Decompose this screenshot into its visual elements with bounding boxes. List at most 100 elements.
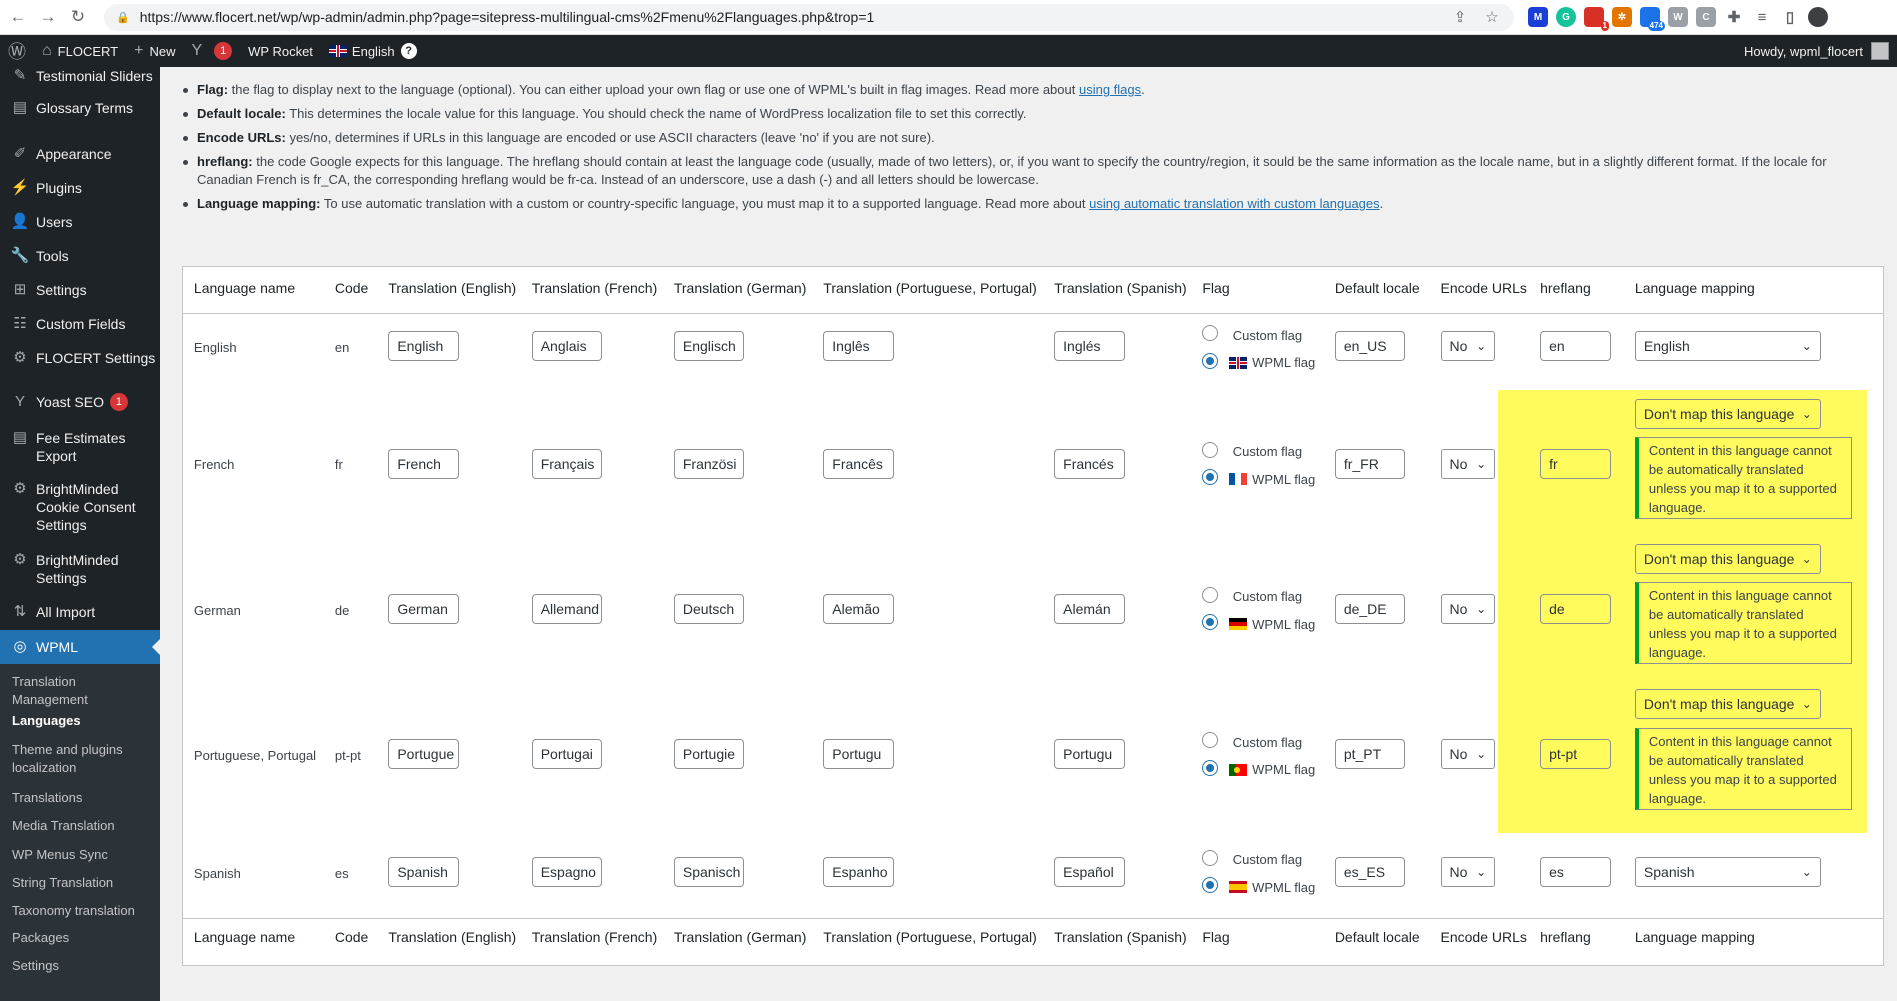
translation-input[interactable]: Portugu — [1054, 739, 1125, 770]
wp-logo-icon[interactable]: Ⓦ — [0, 35, 34, 67]
menu-brightminded-cookie[interactable]: ⚙ BrightMinded Cookie Consent Settings — [0, 480, 160, 534]
locale-input[interactable]: en_US — [1334, 331, 1406, 362]
translation-input[interactable]: Francés — [1054, 449, 1125, 480]
translation-input[interactable]: Spanisch — [673, 857, 745, 888]
translation-input[interactable]: Inglés — [1054, 331, 1125, 362]
extension-icon[interactable]: ✲ — [1612, 7, 1632, 27]
menu-all-import[interactable]: ⇅ All Import — [0, 603, 160, 621]
submenu-taxonomy-translation[interactable]: Taxonomy translation — [12, 902, 152, 920]
translation-input[interactable]: English — [388, 331, 459, 362]
extension-icon[interactable]: M — [1528, 7, 1548, 27]
menu-yoast-seo[interactable]: Y Yoast SEO 1 — [0, 393, 160, 411]
menu-settings[interactable]: ⊞ Settings — [0, 281, 160, 299]
language-mapping-select[interactable]: English ⌄ — [1634, 331, 1821, 362]
translation-input[interactable]: Portugue — [388, 739, 459, 770]
menu-flocert-settings[interactable]: ⚙ FLOCERT Settings — [0, 349, 160, 367]
wpml-flag-radio[interactable] — [1202, 614, 1219, 631]
yoast-link[interactable]: Y1 — [183, 35, 240, 67]
submenu-theme-plugins-localization[interactable]: Theme and plugins localization — [12, 741, 152, 777]
language-mapping-select[interactable]: Don't map this language ⌄ — [1634, 399, 1821, 430]
automatic-translation-link[interactable]: using automatic translation with custom … — [1089, 196, 1380, 211]
translation-input[interactable]: Francês — [823, 449, 894, 480]
hreflang-input[interactable]: es — [1540, 857, 1611, 888]
custom-flag-radio[interactable] — [1202, 587, 1219, 604]
translation-input[interactable]: Español — [1054, 857, 1125, 888]
translation-input[interactable]: Français — [531, 449, 603, 480]
submenu-translation-management[interactable]: Translation Management — [12, 673, 152, 709]
wpml-flag-radio[interactable] — [1202, 352, 1219, 369]
grammarly-icon[interactable]: G — [1556, 7, 1576, 27]
translation-input[interactable]: Portugie — [673, 739, 745, 770]
translation-input[interactable]: Espanho — [823, 857, 894, 888]
translation-input[interactable]: Alemão — [823, 594, 894, 625]
encode-urls-select[interactable]: No ⌄ — [1440, 594, 1496, 625]
reload-icon[interactable]: ↻ — [66, 5, 90, 29]
submenu-translations[interactable]: Translations — [12, 789, 152, 807]
translation-input[interactable]: Spanish — [388, 857, 459, 888]
menu-testimonial-sliders[interactable]: ✎ Testimonial Sliders — [0, 67, 160, 85]
address-bar[interactable]: 🔒 https://www.flocert.net/wp/wp-admin/ad… — [104, 3, 1514, 31]
submenu-string-translation[interactable]: String Translation — [12, 874, 152, 892]
locale-input[interactable]: pt_PT — [1334, 739, 1406, 770]
hreflang-input[interactable]: en — [1540, 331, 1611, 362]
bookmark-star-icon[interactable]: ☆ — [1482, 8, 1502, 26]
menu-plugins[interactable]: ⚡ Plugins — [0, 179, 160, 197]
wp-rocket-link[interactable]: WP Rocket — [240, 35, 321, 67]
menu-users[interactable]: 👤 Users — [0, 213, 160, 231]
forward-icon[interactable]: → — [36, 5, 60, 29]
locale-input[interactable]: fr_FR — [1334, 449, 1406, 480]
menu-glossary-terms[interactable]: ▤ Glossary Terms — [0, 99, 160, 117]
extension-icon[interactable]: C — [1696, 7, 1716, 27]
submenu-wp-menus-sync[interactable]: WP Menus Sync — [12, 846, 152, 864]
translation-input[interactable]: German — [388, 594, 459, 625]
profile-avatar[interactable] — [1808, 7, 1828, 27]
wpml-flag-radio[interactable] — [1202, 759, 1219, 776]
translation-input[interactable]: French — [388, 449, 459, 480]
translation-input[interactable]: Deutsch — [673, 594, 745, 625]
puzzle-icon[interactable]: ✚ — [1724, 7, 1744, 27]
encode-urls-select[interactable]: No ⌄ — [1440, 331, 1496, 362]
menu-fee-estimates-export[interactable]: ▤ Fee Estimates Export — [0, 429, 160, 465]
translation-input[interactable]: Allemand — [531, 594, 603, 625]
translation-input[interactable]: Portugu — [823, 739, 894, 770]
language-mapping-select[interactable]: Spanish ⌄ — [1634, 857, 1821, 888]
translation-input[interactable]: Französi — [673, 449, 745, 480]
custom-flag-radio[interactable] — [1202, 732, 1219, 749]
translation-input[interactable]: Inglês — [823, 331, 894, 362]
language-switcher[interactable]: English? — [321, 35, 425, 67]
menu-appearance[interactable]: ✐ Appearance — [0, 145, 160, 163]
wpml-flag-radio[interactable] — [1202, 469, 1219, 486]
language-mapping-select[interactable]: Don't map this language ⌄ — [1634, 544, 1821, 575]
custom-flag-radio[interactable] — [1202, 325, 1219, 342]
menu-custom-fields[interactable]: ☷ Custom Fields — [0, 315, 160, 333]
encode-urls-select[interactable]: No ⌄ — [1440, 449, 1496, 480]
submenu-settings[interactable]: Settings — [12, 957, 152, 975]
custom-flag-radio[interactable] — [1202, 441, 1219, 458]
menu-wpml[interactable]: ◎ WPML — [0, 630, 160, 664]
back-icon[interactable]: ← — [6, 5, 30, 29]
sidepanel-icon[interactable]: ▯ — [1780, 7, 1800, 27]
translation-input[interactable]: Anglais — [531, 331, 603, 362]
menu-tools[interactable]: 🔧 Tools — [0, 247, 160, 265]
submenu-languages[interactable]: Languages — [12, 712, 152, 730]
translation-input[interactable]: Englisch — [673, 331, 745, 362]
submenu-media-translation[interactable]: Media Translation — [12, 817, 152, 835]
site-name-link[interactable]: ⌂ FLOCERT — [34, 35, 126, 67]
wpml-flag-radio[interactable] — [1202, 877, 1219, 894]
extension-icon[interactable]: 474 — [1640, 7, 1665, 31]
custom-flag-radio[interactable] — [1202, 850, 1219, 867]
hreflang-input[interactable]: fr — [1540, 449, 1611, 480]
new-content-link[interactable]: + New — [126, 35, 183, 67]
hreflang-input[interactable]: pt-pt — [1540, 739, 1611, 770]
locale-input[interactable]: es_ES — [1334, 857, 1406, 888]
encode-urls-select[interactable]: No ⌄ — [1440, 857, 1496, 888]
extension-icon[interactable]: 1 — [1584, 7, 1609, 31]
hreflang-input[interactable]: de — [1540, 594, 1611, 625]
translation-input[interactable]: Alemán — [1054, 594, 1125, 625]
translation-input[interactable]: Espagno — [531, 857, 603, 888]
share-icon[interactable]: ⇪ — [1450, 8, 1470, 26]
translation-input[interactable]: Portugai — [531, 739, 603, 770]
locale-input[interactable]: de_DE — [1334, 594, 1406, 625]
account-menu[interactable]: Howdy, wpml_flocert — [1744, 42, 1897, 60]
reading-list-icon[interactable]: ≡ — [1752, 7, 1772, 27]
